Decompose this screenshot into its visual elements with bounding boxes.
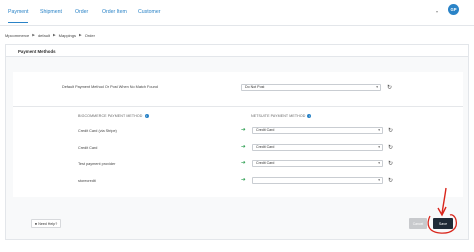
chevron-right-icon: ▶ <box>32 33 35 37</box>
breadcrumb-item[interactable]: Mappings <box>59 33 76 38</box>
target-method-select[interactable]: Credit Card ▾ <box>252 127 383 134</box>
divider <box>13 106 463 107</box>
tab-order[interactable]: Order <box>75 9 88 15</box>
netsuite-column-label: NETSUITE PAYMENT METHOD <box>251 114 306 118</box>
arrow-right-icon: ➔ <box>241 127 246 133</box>
chevron-down-icon: ▾ <box>376 85 378 89</box>
chevron-down-icon: ▾ <box>378 161 380 165</box>
tab-payment[interactable]: Payment <box>8 9 29 23</box>
refresh-icon[interactable]: ↻ <box>388 178 393 184</box>
need-help-button[interactable]: ● Need Help? <box>31 219 61 228</box>
breadcrumb: Mpcommerce ▶ default ▶ Mappings ▶ Order <box>5 31 95 39</box>
breadcrumb-item: Order <box>84 32 95 38</box>
tab-shipment[interactable]: Shipment <box>40 9 62 15</box>
target-method-value: Credit Card <box>256 128 275 132</box>
info-icon[interactable]: i <box>144 114 149 119</box>
annotation-arrow-icon <box>427 187 458 234</box>
refresh-icon[interactable]: ↻ <box>388 145 393 151</box>
chevron-down-icon: ▾ <box>378 145 380 149</box>
target-method-select[interactable]: Credit Card ▾ <box>252 144 383 151</box>
source-method: Credit Card (via Stripe) <box>78 129 117 133</box>
chevron-down-icon: ▾ <box>378 128 380 132</box>
target-method-value: Credit Card <box>256 145 275 149</box>
top-nav: Payment Shipment Order Order Item Custom… <box>0 0 474 26</box>
chevron-right-icon: ▶ <box>79 33 82 37</box>
target-method-select[interactable]: Credit Card ▾ <box>252 160 383 167</box>
default-method-value: Do Not Post <box>245 85 265 89</box>
refresh-icon[interactable]: ↻ <box>388 128 393 134</box>
target-method-select[interactable]: ▾ <box>252 177 383 184</box>
target-method-value: Credit Card <box>256 161 275 165</box>
default-method-select[interactable]: Do Not Post ▾ <box>241 84 381 91</box>
default-method-label: Default Payment Method Or Post When No M… <box>62 85 158 89</box>
arrow-right-icon: ➔ <box>241 160 246 166</box>
bigcommerce-column-label: BIGCOMMERCE PAYMENT METHOD <box>78 114 143 118</box>
panel-title: Payment Methods <box>6 45 468 57</box>
info-icon[interactable]: i <box>307 114 312 119</box>
arrow-right-icon: ➔ <box>241 177 246 183</box>
source-method: storecredit <box>78 179 96 183</box>
tab-order-item[interactable]: Order Item <box>102 9 127 15</box>
chevron-down-icon: ▾ <box>378 178 380 182</box>
chevron-down-icon[interactable]: ▾ <box>436 9 438 14</box>
refresh-icon[interactable]: ↻ <box>388 161 393 167</box>
breadcrumb-item[interactable]: default <box>38 33 50 38</box>
netsuite-column-header: NETSUITE PAYMENT METHOD i <box>251 114 312 119</box>
need-help-label: Need Help? <box>38 221 58 226</box>
tab-customer[interactable]: Customer <box>138 9 161 15</box>
breadcrumb-item[interactable]: Mpcommerce <box>5 33 29 38</box>
chevron-right-icon: ▶ <box>52 33 56 37</box>
refresh-icon[interactable]: ↻ <box>387 85 392 91</box>
arrow-right-icon: ➔ <box>241 144 246 150</box>
avatar[interactable]: GP <box>448 4 459 15</box>
source-method: Test payment provider <box>78 162 116 166</box>
source-method: Credit Card <box>78 146 98 150</box>
bigcommerce-column-header: BIGCOMMERCE PAYMENT METHOD i <box>78 114 149 119</box>
help-icon: ● <box>34 221 38 226</box>
